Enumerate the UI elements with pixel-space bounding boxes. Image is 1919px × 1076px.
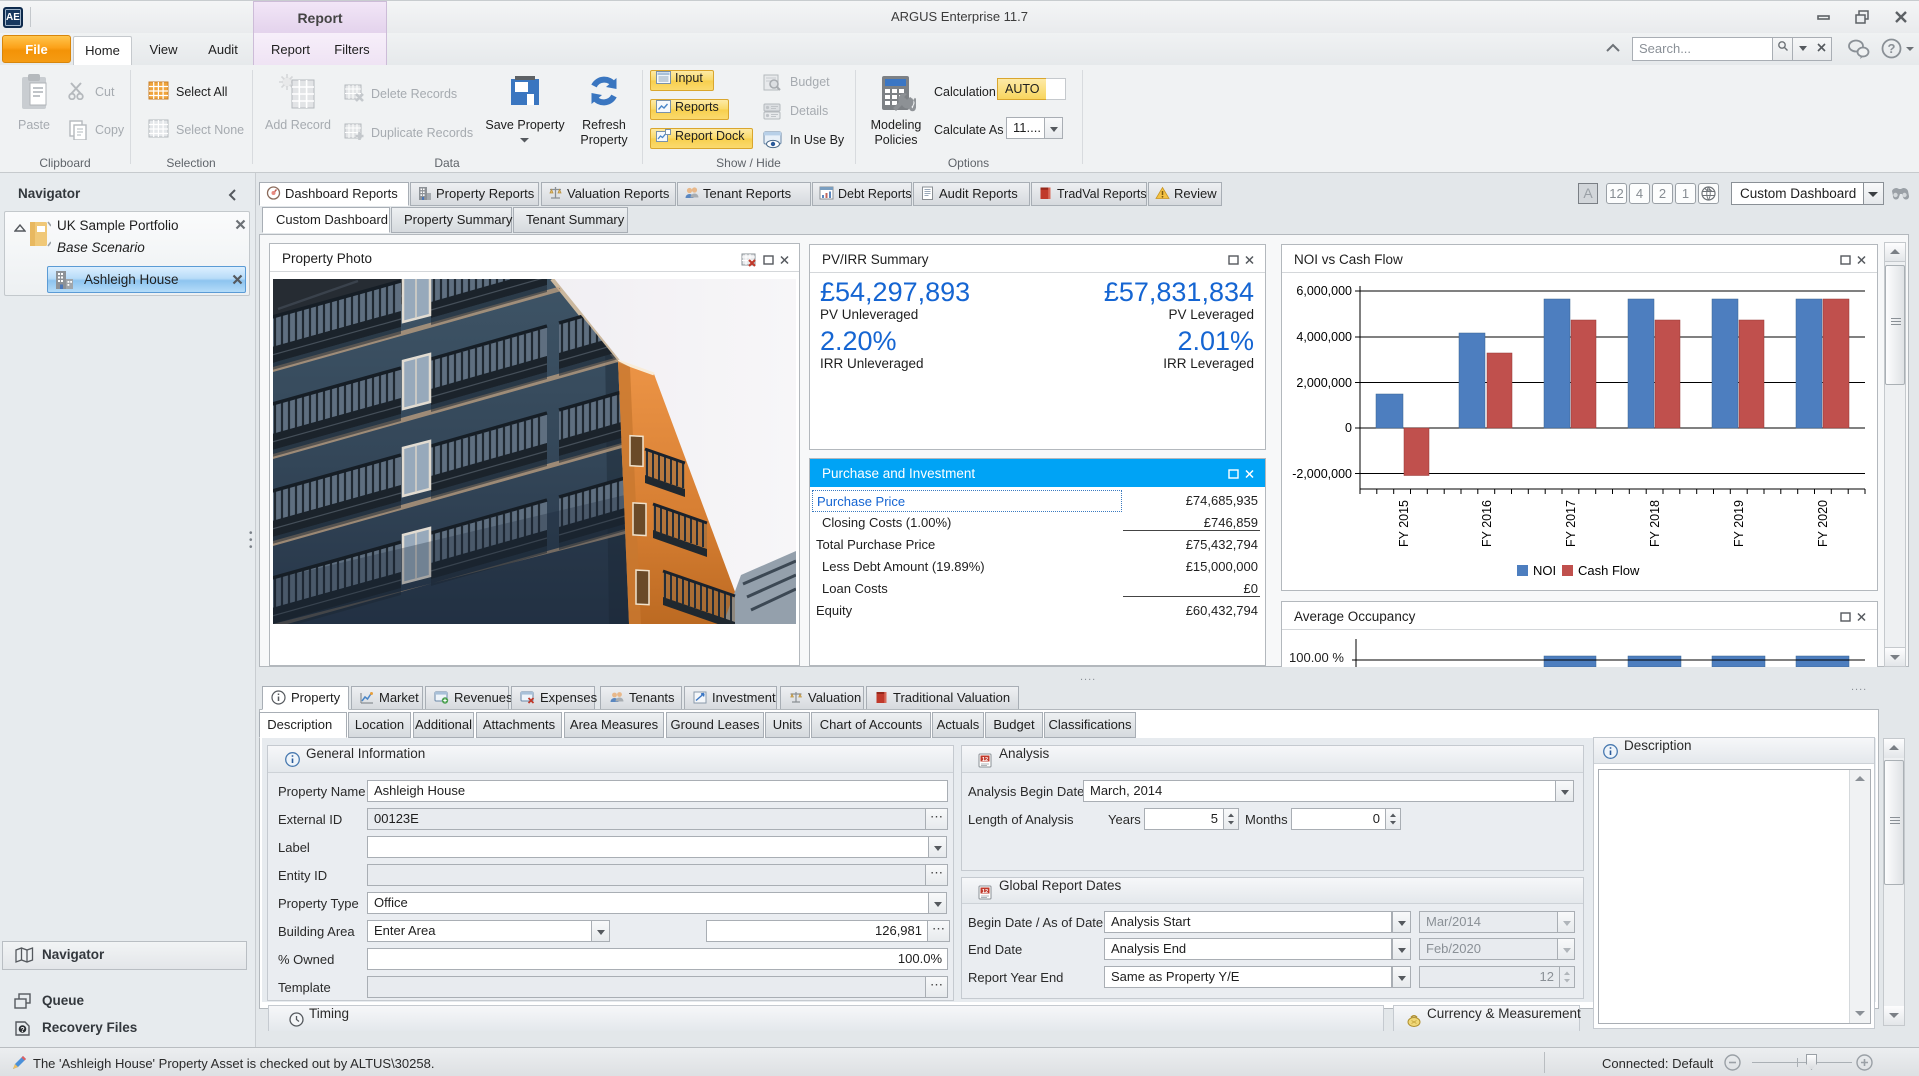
- svg-text:4,000,000: 4,000,000: [1296, 330, 1352, 344]
- svg-text:?: ?: [1888, 41, 1896, 56]
- svg-text:FY 2017: FY 2017: [1564, 500, 1578, 547]
- svg-text:FY 2020: FY 2020: [1816, 500, 1830, 547]
- svg-text:-2,000,000: -2,000,000: [1292, 467, 1352, 481]
- svg-text:2,000,000: 2,000,000: [1296, 376, 1352, 390]
- svg-text:6,000,000: 6,000,000: [1296, 284, 1352, 298]
- svg-text:NOI: NOI: [1533, 563, 1556, 578]
- svg-text:12: 12: [982, 757, 988, 763]
- svg-text:Cash Flow: Cash Flow: [1578, 563, 1640, 578]
- svg-text:0: 0: [1345, 421, 1352, 435]
- svg-text:FY 2016: FY 2016: [1480, 500, 1494, 547]
- svg-text:FY 2019: FY 2019: [1732, 500, 1746, 547]
- svg-text:FY 2015: FY 2015: [1397, 500, 1411, 547]
- svg-text:FY 2018: FY 2018: [1648, 500, 1662, 547]
- svg-text:?: ?: [20, 1027, 24, 1034]
- svg-text:12: 12: [982, 889, 988, 895]
